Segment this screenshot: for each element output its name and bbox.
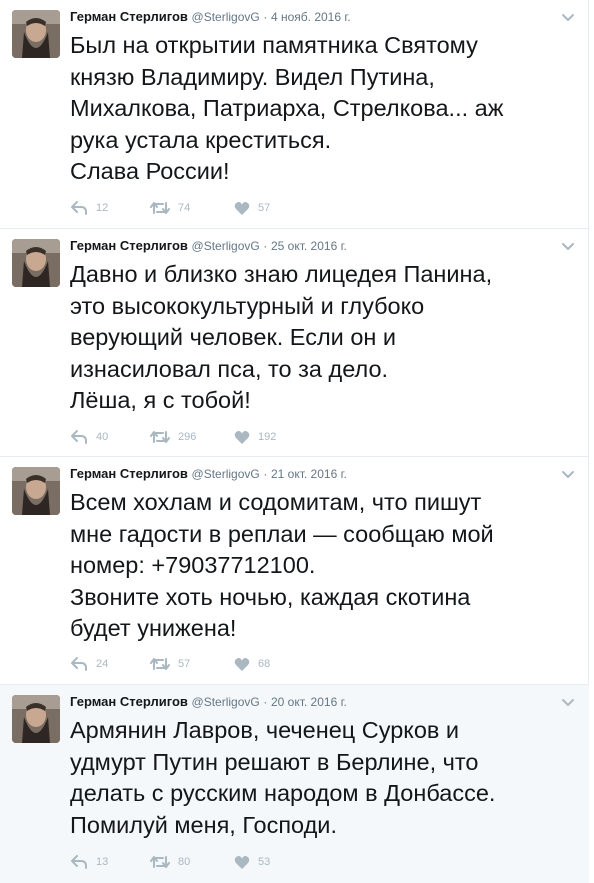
- tweet-text: Давно и близко знаю лицедея Панина, это …: [70, 261, 493, 413]
- reply-count: 24: [96, 658, 109, 670]
- author-handle[interactable]: @SterligovG: [192, 695, 260, 709]
- tweet[interactable]: Герман Стерлигов @SterligovG · 4 нояб. 2…: [0, 0, 589, 229]
- avatar[interactable]: [12, 467, 60, 515]
- author-name[interactable]: Герман Стерлигов: [70, 466, 188, 481]
- retweet-button[interactable]: 80: [150, 854, 190, 870]
- chevron-down-icon[interactable]: [561, 239, 575, 253]
- retweet-count: 74: [178, 202, 191, 214]
- tweet-header: Герман Стерлигов @SterligovG · 4 нояб. 2…: [70, 8, 575, 26]
- author-handle[interactable]: @SterligovG: [192, 10, 260, 24]
- author-handle[interactable]: @SterligovG: [192, 467, 260, 481]
- retweet-icon: [150, 658, 170, 670]
- tweet-timestamp[interactable]: 4 нояб. 2016 г.: [271, 10, 351, 24]
- retweet-count: 80: [178, 856, 191, 868]
- tweet-header: Герман Стерлигов @SterligovG · 20 окт. 2…: [70, 693, 575, 711]
- tweet[interactable]: Герман Стерлигов @SterligovG · 21 окт. 2…: [0, 457, 589, 685]
- reply-count: 40: [96, 431, 109, 443]
- tweet-header: Герман Стерлигов @SterligovG · 25 окт. 2…: [70, 237, 575, 255]
- reply-button[interactable]: 40: [70, 429, 108, 445]
- heart-icon: [234, 855, 250, 869]
- tweet-text: Был на открытии памятника Святому князю …: [70, 32, 504, 184]
- reply-button[interactable]: 13: [70, 854, 108, 870]
- separator: ·: [263, 467, 268, 481]
- tweet-timestamp[interactable]: 25 окт. 2016 г.: [271, 239, 347, 253]
- avatar[interactable]: [12, 695, 60, 743]
- heart-icon: [234, 201, 250, 215]
- tweet[interactable]: Герман Стерлигов @SterligovG · 25 окт. 2…: [0, 229, 589, 457]
- like-button[interactable]: 68: [234, 656, 270, 672]
- retweet-button[interactable]: 296: [150, 429, 196, 445]
- separator: ·: [263, 10, 268, 24]
- separator: ·: [263, 695, 268, 709]
- like-count: 68: [258, 658, 271, 670]
- tweet-timestamp[interactable]: 20 окт. 2016 г.: [271, 695, 347, 709]
- tweet[interactable]: Герман Стерлигов @SterligovG · 20 окт. 2…: [0, 685, 589, 883]
- reply-count: 13: [96, 856, 109, 868]
- chevron-down-icon[interactable]: [561, 467, 575, 481]
- reply-button[interactable]: 12: [70, 200, 108, 216]
- author-name[interactable]: Герман Стерлигов: [70, 9, 188, 24]
- retweet-count: 296: [178, 431, 197, 443]
- tweet-text: Армянин Лавров, чеченец Сурков и удмурт …: [70, 717, 496, 838]
- tweet-header: Герман Стерлигов @SterligovG · 21 окт. 2…: [70, 465, 575, 483]
- like-count: 192: [258, 431, 277, 443]
- retweet-count: 57: [178, 658, 191, 670]
- chevron-down-icon[interactable]: [561, 10, 575, 24]
- retweet-icon: [150, 431, 170, 443]
- separator: ·: [263, 239, 268, 253]
- reply-icon: [71, 201, 87, 215]
- reply-icon: [71, 855, 87, 869]
- like-count: 53: [258, 856, 271, 868]
- chevron-down-icon[interactable]: [561, 695, 575, 709]
- like-button[interactable]: 192: [234, 429, 276, 445]
- heart-icon: [234, 430, 250, 444]
- retweet-icon: [150, 202, 170, 214]
- author-name[interactable]: Герман Стерлигов: [70, 238, 188, 253]
- retweet-button[interactable]: 57: [150, 656, 190, 672]
- like-button[interactable]: 53: [234, 854, 270, 870]
- tweet-feed: Герман Стерлигов @SterligovG · 4 нояб. 2…: [0, 0, 589, 883]
- like-button[interactable]: 57: [234, 200, 270, 216]
- tweet-text: Всем хохлам и содомитам, что пишут мне г…: [70, 489, 494, 641]
- author-handle[interactable]: @SterligovG: [192, 239, 260, 253]
- avatar[interactable]: [12, 239, 60, 287]
- like-count: 57: [258, 202, 271, 214]
- reply-button[interactable]: 24: [70, 656, 108, 672]
- author-name[interactable]: Герман Стерлигов: [70, 694, 188, 709]
- reply-count: 12: [96, 202, 109, 214]
- heart-icon: [234, 657, 250, 671]
- retweet-button[interactable]: 74: [150, 200, 190, 216]
- avatar[interactable]: [12, 10, 60, 58]
- retweet-icon: [150, 856, 170, 868]
- tweet-timestamp[interactable]: 21 окт. 2016 г.: [271, 467, 347, 481]
- reply-icon: [71, 657, 87, 671]
- reply-icon: [71, 430, 87, 444]
